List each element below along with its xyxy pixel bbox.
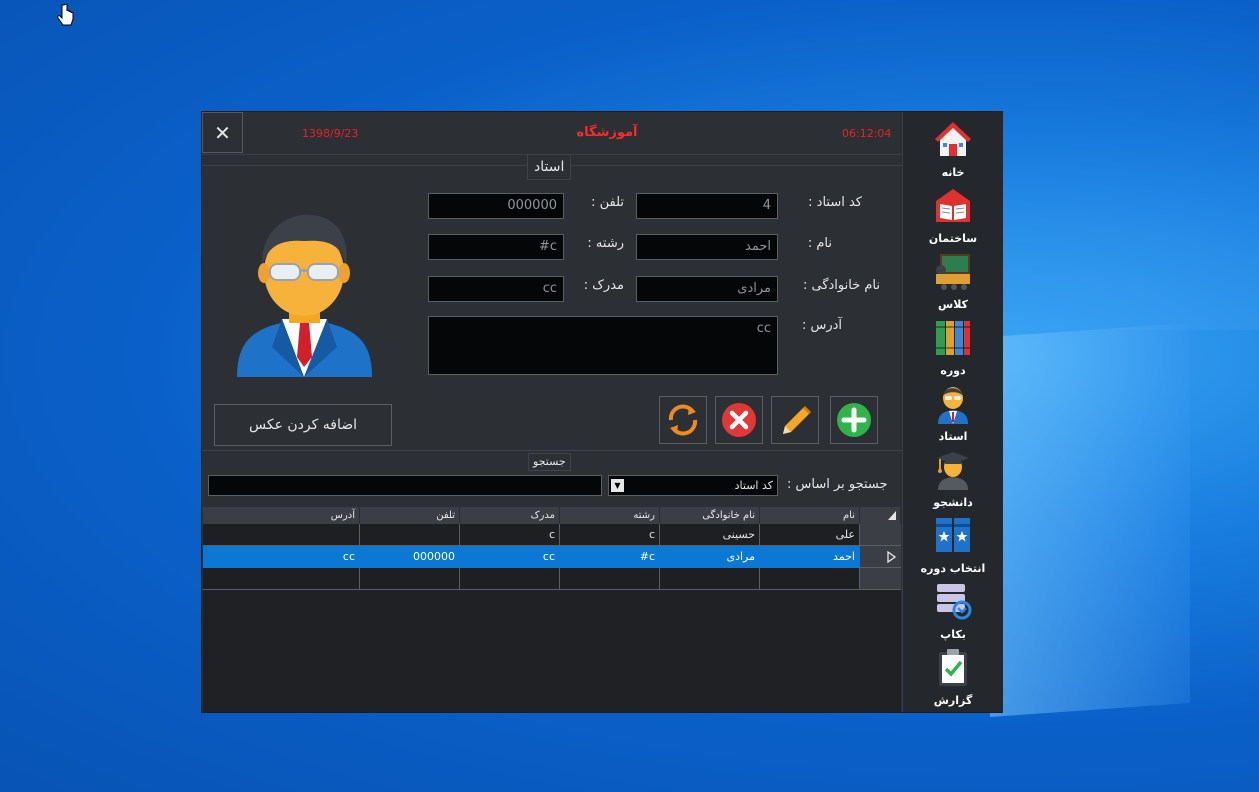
column-header[interactable]: رشته bbox=[560, 507, 660, 524]
time-label: 06:12:04 bbox=[842, 127, 892, 140]
table-cell[interactable]: احمد bbox=[760, 546, 860, 568]
sidebar-item-label: انتخاب دوره bbox=[920, 562, 986, 575]
search-input[interactable] bbox=[208, 475, 602, 496]
degree-field[interactable]: cc bbox=[428, 276, 564, 302]
teacher-photo bbox=[237, 214, 372, 377]
search-by-select[interactable]: کد استاد ▼ bbox=[608, 475, 778, 496]
teacher-code-field[interactable]: 4 bbox=[636, 193, 778, 219]
student-icon bbox=[937, 452, 969, 490]
sidebar-item-label: خانه bbox=[941, 166, 965, 179]
divider bbox=[202, 450, 902, 451]
table-cell[interactable]: cc bbox=[203, 546, 360, 568]
table-cell[interactable]: cc bbox=[460, 546, 560, 568]
sidebar-item-class[interactable]: کلاس bbox=[903, 252, 1003, 318]
hand-cursor-icon bbox=[57, 4, 74, 26]
report-icon bbox=[939, 649, 967, 686]
delete-button[interactable] bbox=[715, 396, 763, 444]
table-cell[interactable]: c bbox=[560, 524, 660, 546]
cancel-icon bbox=[722, 403, 756, 437]
title-bar: ✕ 1398/9/23 آموزشگاه 06:12:04 bbox=[202, 112, 902, 155]
table-cell[interactable] bbox=[360, 568, 460, 590]
sidebar-item-student[interactable]: دانشجو bbox=[903, 450, 1003, 516]
row-header[interactable] bbox=[860, 546, 901, 568]
grid-corner[interactable] bbox=[860, 507, 901, 524]
degree-label: مدرک : bbox=[583, 278, 624, 293]
sidebar-item-label: دانشجو bbox=[933, 496, 973, 509]
close-button[interactable]: ✕ bbox=[202, 112, 243, 153]
refresh-icon bbox=[668, 404, 698, 436]
last-name-field[interactable]: مرادی bbox=[636, 276, 778, 302]
pencil-icon bbox=[783, 405, 812, 434]
table-cell[interactable]: علی bbox=[760, 524, 860, 546]
table-cell[interactable]: #c bbox=[560, 546, 660, 568]
data-grid[interactable]: نام نام خانوادگی رشته مدرک تلفن آدرس علی… bbox=[203, 507, 901, 712]
last-name-label: نام خانوادگی : bbox=[802, 278, 880, 293]
sidebar-item-teacher[interactable]: استاد bbox=[903, 384, 1003, 450]
select-all-icon bbox=[888, 511, 896, 520]
date-label: 1398/9/23 bbox=[302, 127, 359, 140]
refresh-button[interactable] bbox=[659, 396, 707, 444]
chevron-down-icon[interactable]: ▼ bbox=[611, 479, 624, 492]
app-title: آموزشگاه bbox=[576, 125, 638, 140]
table-cell[interactable]: 000000 bbox=[360, 546, 460, 568]
desktop-window-logo bbox=[990, 323, 1190, 717]
phone-field[interactable]: 000000 bbox=[428, 193, 564, 219]
search-by-label: جستجو بر اساس : bbox=[787, 477, 888, 492]
sidebar-item-course[interactable]: دوره bbox=[903, 318, 1003, 384]
table-cell[interactable] bbox=[360, 524, 460, 546]
table-cell[interactable]: مرادی bbox=[660, 546, 760, 568]
plus-icon bbox=[837, 403, 871, 437]
course-select-icon bbox=[936, 518, 970, 552]
add-photo-button[interactable]: اضافه کردن عکس bbox=[214, 404, 392, 446]
sidebar-item-course-select[interactable]: انتخاب دوره bbox=[903, 516, 1003, 582]
app-window: ✕ 1398/9/23 آموزشگاه 06:12:04 استاد کد ا… bbox=[201, 111, 1003, 713]
building-icon bbox=[936, 189, 970, 222]
classroom-icon bbox=[936, 254, 970, 290]
sidebar-item-label: دوره bbox=[940, 364, 966, 377]
desktop-light-beam bbox=[1000, 110, 1259, 330]
add-button[interactable] bbox=[830, 396, 878, 444]
form-group-title: استاد bbox=[527, 154, 572, 180]
table-cell[interactable] bbox=[760, 568, 860, 590]
column-header[interactable]: آدرس bbox=[203, 507, 360, 524]
column-header[interactable]: نام bbox=[760, 507, 860, 524]
sidebar-item-label: کلاس bbox=[938, 298, 968, 311]
sidebar-item-label: استاد bbox=[938, 430, 968, 443]
major-label: رشته : bbox=[587, 236, 624, 251]
column-header[interactable]: نام خانوادگی bbox=[660, 507, 760, 524]
edit-button[interactable] bbox=[771, 396, 819, 444]
teacher-icon bbox=[938, 387, 968, 424]
table-cell[interactable] bbox=[560, 568, 660, 590]
sidebar-item-backup[interactable]: بکاپ bbox=[903, 582, 1003, 648]
sidebar-item-label: گزارش bbox=[933, 694, 973, 707]
address-field[interactable]: cc bbox=[428, 316, 778, 375]
row-header[interactable] bbox=[860, 568, 901, 590]
sidebar-item-home[interactable]: خانه bbox=[903, 120, 1003, 186]
phone-label: تلفن : bbox=[591, 195, 624, 210]
books-icon bbox=[936, 321, 970, 355]
sidebar-item-building[interactable]: ساختمان bbox=[903, 186, 1003, 252]
column-header[interactable]: مدرک bbox=[460, 507, 560, 524]
table-cell[interactable]: حسینی bbox=[660, 524, 760, 546]
major-field[interactable]: #c bbox=[428, 234, 564, 260]
search-group-title: جستجو bbox=[528, 453, 571, 471]
backup-icon bbox=[937, 584, 972, 620]
table-cell[interactable] bbox=[203, 568, 360, 590]
table-cell[interactable] bbox=[203, 524, 360, 546]
main-panel: ✕ 1398/9/23 آموزشگاه 06:12:04 استاد کد ا… bbox=[202, 112, 902, 712]
table-cell[interactable] bbox=[460, 568, 560, 590]
sidebar-item-report[interactable]: گزارش bbox=[903, 648, 1003, 714]
table-cell[interactable]: c bbox=[460, 524, 560, 546]
search-by-value: کد استاد bbox=[734, 479, 773, 492]
sidebar-item-label: ساختمان bbox=[928, 232, 978, 245]
first-name-field[interactable]: احمد bbox=[636, 234, 778, 260]
row-header[interactable] bbox=[860, 524, 901, 546]
home-icon bbox=[935, 122, 971, 156]
column-header[interactable]: تلفن bbox=[360, 507, 460, 524]
current-row-icon bbox=[887, 550, 897, 564]
table-cell[interactable] bbox=[660, 568, 760, 590]
sidebar-item-label: بکاپ bbox=[940, 628, 966, 641]
sidebar: خانه ساختمان کلاس دوره استاد دانشجو انتخ… bbox=[902, 112, 1003, 712]
